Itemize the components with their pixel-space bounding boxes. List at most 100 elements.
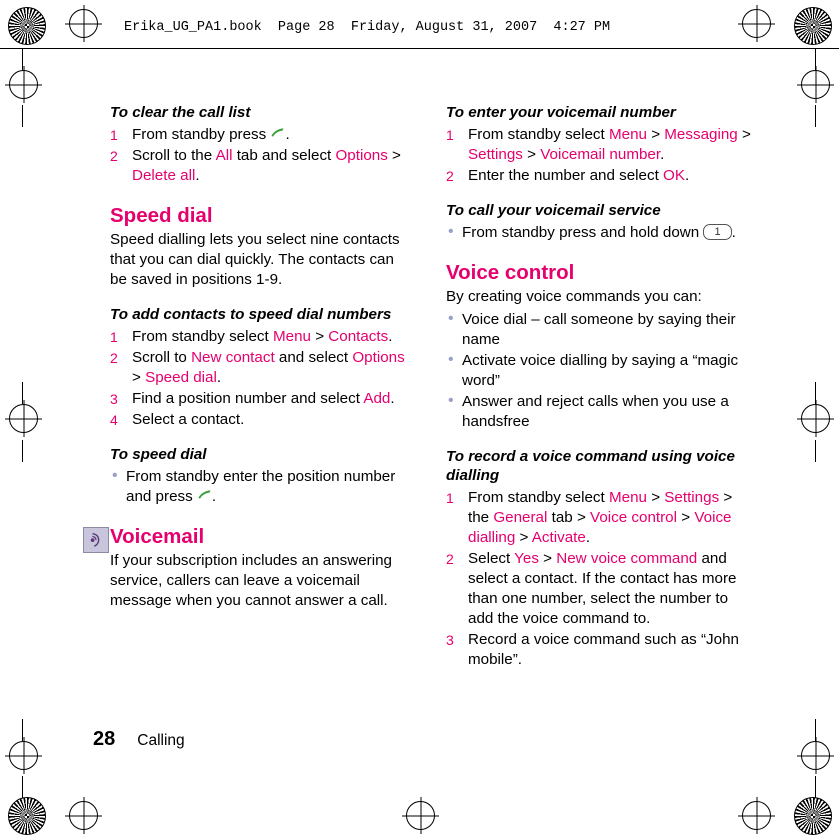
procedure-heading: To add contacts to speed dial numbers	[110, 306, 392, 323]
text-run: Select	[468, 550, 515, 567]
procedure-step: Find a position number and select Add.	[110, 389, 410, 409]
bullet-list: Voice dial – call someone by saying thei…	[446, 309, 751, 432]
ui-term: Voice control	[590, 509, 678, 526]
left-column: To clear the call list From standby press…	[83, 88, 410, 611]
text-run: Record a voice command such as “John mob…	[468, 631, 739, 668]
list-item: Answer and reject calls when you use a h…	[446, 391, 751, 432]
list-item: Voice dial – call someone by saying thei…	[446, 309, 751, 350]
procedure-step: From standby select Menu > Settings > th…	[446, 488, 751, 548]
procedure-steps: From standby select Menu > Settings > th…	[446, 488, 751, 670]
text-run: >	[538, 550, 557, 567]
text-run: Answer and reject calls when you use a h…	[462, 393, 729, 430]
procedure-steps: From standby press . Scroll to the All ta…	[110, 125, 410, 186]
right-column: To enter your voicemail number From stand…	[446, 88, 751, 671]
procedure-steps: From standby select Menu > Messaging > S…	[446, 125, 751, 186]
procedure-step: From standby select Menu > Contacts.	[110, 327, 410, 347]
page-content: To clear the call list From standby press…	[0, 0, 839, 840]
procedure-step: Record a voice command such as “John mob…	[446, 630, 751, 670]
ui-term: Settings	[664, 489, 720, 506]
call-key-icon	[270, 127, 285, 140]
ui-term: Options	[352, 349, 405, 366]
ui-term: New contact	[191, 349, 275, 366]
ui-term: Settings	[468, 146, 523, 163]
page-footer: 28 Calling	[93, 728, 185, 751]
procedure-heading: To record a voice command using voice di…	[446, 448, 735, 484]
text-run: .	[585, 529, 591, 546]
ui-term: Delete all	[132, 167, 196, 184]
section-heading: Speed dial	[110, 204, 213, 227]
text-run: Voice dial – call someone by saying thei…	[462, 311, 736, 348]
bullet-list: From standby press and hold down 1.	[446, 222, 751, 243]
procedure-step: Enter the number and select OK.	[446, 166, 751, 186]
text-run: >	[737, 126, 751, 143]
procedure-steps: From standby select Menu > Contacts. Scro…	[110, 327, 410, 430]
text-run: .	[195, 167, 200, 184]
text-run: From standby select	[468, 489, 609, 506]
procedure-step: Select a contact.	[110, 410, 410, 430]
procedure-step: Scroll to the All tab and select Options…	[110, 146, 410, 186]
text-run: Enter the number and select	[468, 167, 664, 184]
ui-term: Menu	[608, 489, 647, 506]
text-run: .	[390, 390, 395, 407]
bullet-list: From standby enter the position number a…	[110, 466, 410, 507]
ui-term: Yes	[514, 550, 539, 567]
text-run: >	[677, 509, 695, 526]
procedure-heading: To enter your voicemail number	[446, 104, 676, 121]
ui-term: OK	[663, 167, 685, 184]
procedure-step: From standby select Menu > Messaging > S…	[446, 125, 751, 165]
text-run: >	[132, 369, 146, 386]
text-run: .	[211, 488, 217, 505]
ui-term: Options	[335, 147, 388, 164]
ui-term: Messaging	[664, 126, 738, 143]
section-heading: Voicemail	[110, 525, 205, 548]
folio-chapter: Calling	[137, 732, 185, 749]
ui-term: Voicemail number	[540, 146, 661, 163]
section-heading: Voice control	[446, 261, 575, 284]
text-run: >	[515, 529, 532, 546]
ui-term: Speed dial	[145, 369, 217, 386]
section-heading-with-icon: Voicemail	[83, 525, 410, 553]
text-run: .	[285, 126, 290, 143]
list-item: From standby press and hold down 1.	[446, 222, 751, 243]
text-run: .	[684, 167, 690, 184]
procedure-heading: To call your voicemail service	[446, 202, 661, 219]
list-item: Activate voice dialling by saying a “mag…	[446, 350, 751, 391]
ui-term: New voice command	[556, 550, 698, 567]
text-run: >	[646, 489, 665, 506]
text-run: tab and select	[232, 147, 336, 164]
body-paragraph: By creating voice commands you can:	[446, 288, 702, 305]
list-item: From standby enter the position number a…	[110, 466, 410, 507]
procedure-heading: To speed dial	[110, 446, 207, 463]
text-run: >	[387, 147, 401, 164]
text-run: Scroll to	[132, 349, 192, 366]
folio-number: 28	[93, 728, 116, 750]
text-run: tab >	[547, 509, 591, 526]
ui-term: General	[493, 509, 548, 526]
body-paragraph: If your subscription includes an answeri…	[110, 552, 392, 609]
ui-term: Menu	[608, 126, 647, 143]
call-key-icon	[197, 489, 212, 502]
ui-term: Add	[363, 390, 391, 407]
text-run: >	[522, 146, 541, 163]
text-run: Find a position number and select	[132, 390, 364, 407]
text-run: .	[388, 328, 393, 345]
procedure-heading: To clear the call list	[110, 104, 251, 121]
voicemail-icon	[83, 527, 109, 553]
procedure-step: From standby press .	[110, 125, 410, 145]
text-run: >	[646, 126, 665, 143]
keypad-key-1: 1	[703, 224, 732, 240]
ui-term: All	[215, 147, 233, 164]
ui-term: Contacts	[328, 328, 389, 345]
text-run: .	[731, 224, 736, 241]
text-run: From standby select	[468, 126, 609, 143]
text-run: >	[310, 328, 329, 345]
text-run: From standby select	[132, 328, 273, 345]
procedure-step: Select Yes > New voice command and selec…	[446, 549, 751, 629]
text-run: From standby enter the position number a…	[126, 468, 396, 505]
text-run: From standby press	[132, 126, 271, 143]
text-run: .	[660, 146, 665, 163]
body-paragraph: Speed dialling lets you select nine cont…	[110, 231, 400, 288]
text-run: Scroll to the	[132, 147, 216, 164]
ui-term: Menu	[272, 328, 311, 345]
procedure-step: Scroll to New contact and select Options…	[110, 348, 410, 388]
